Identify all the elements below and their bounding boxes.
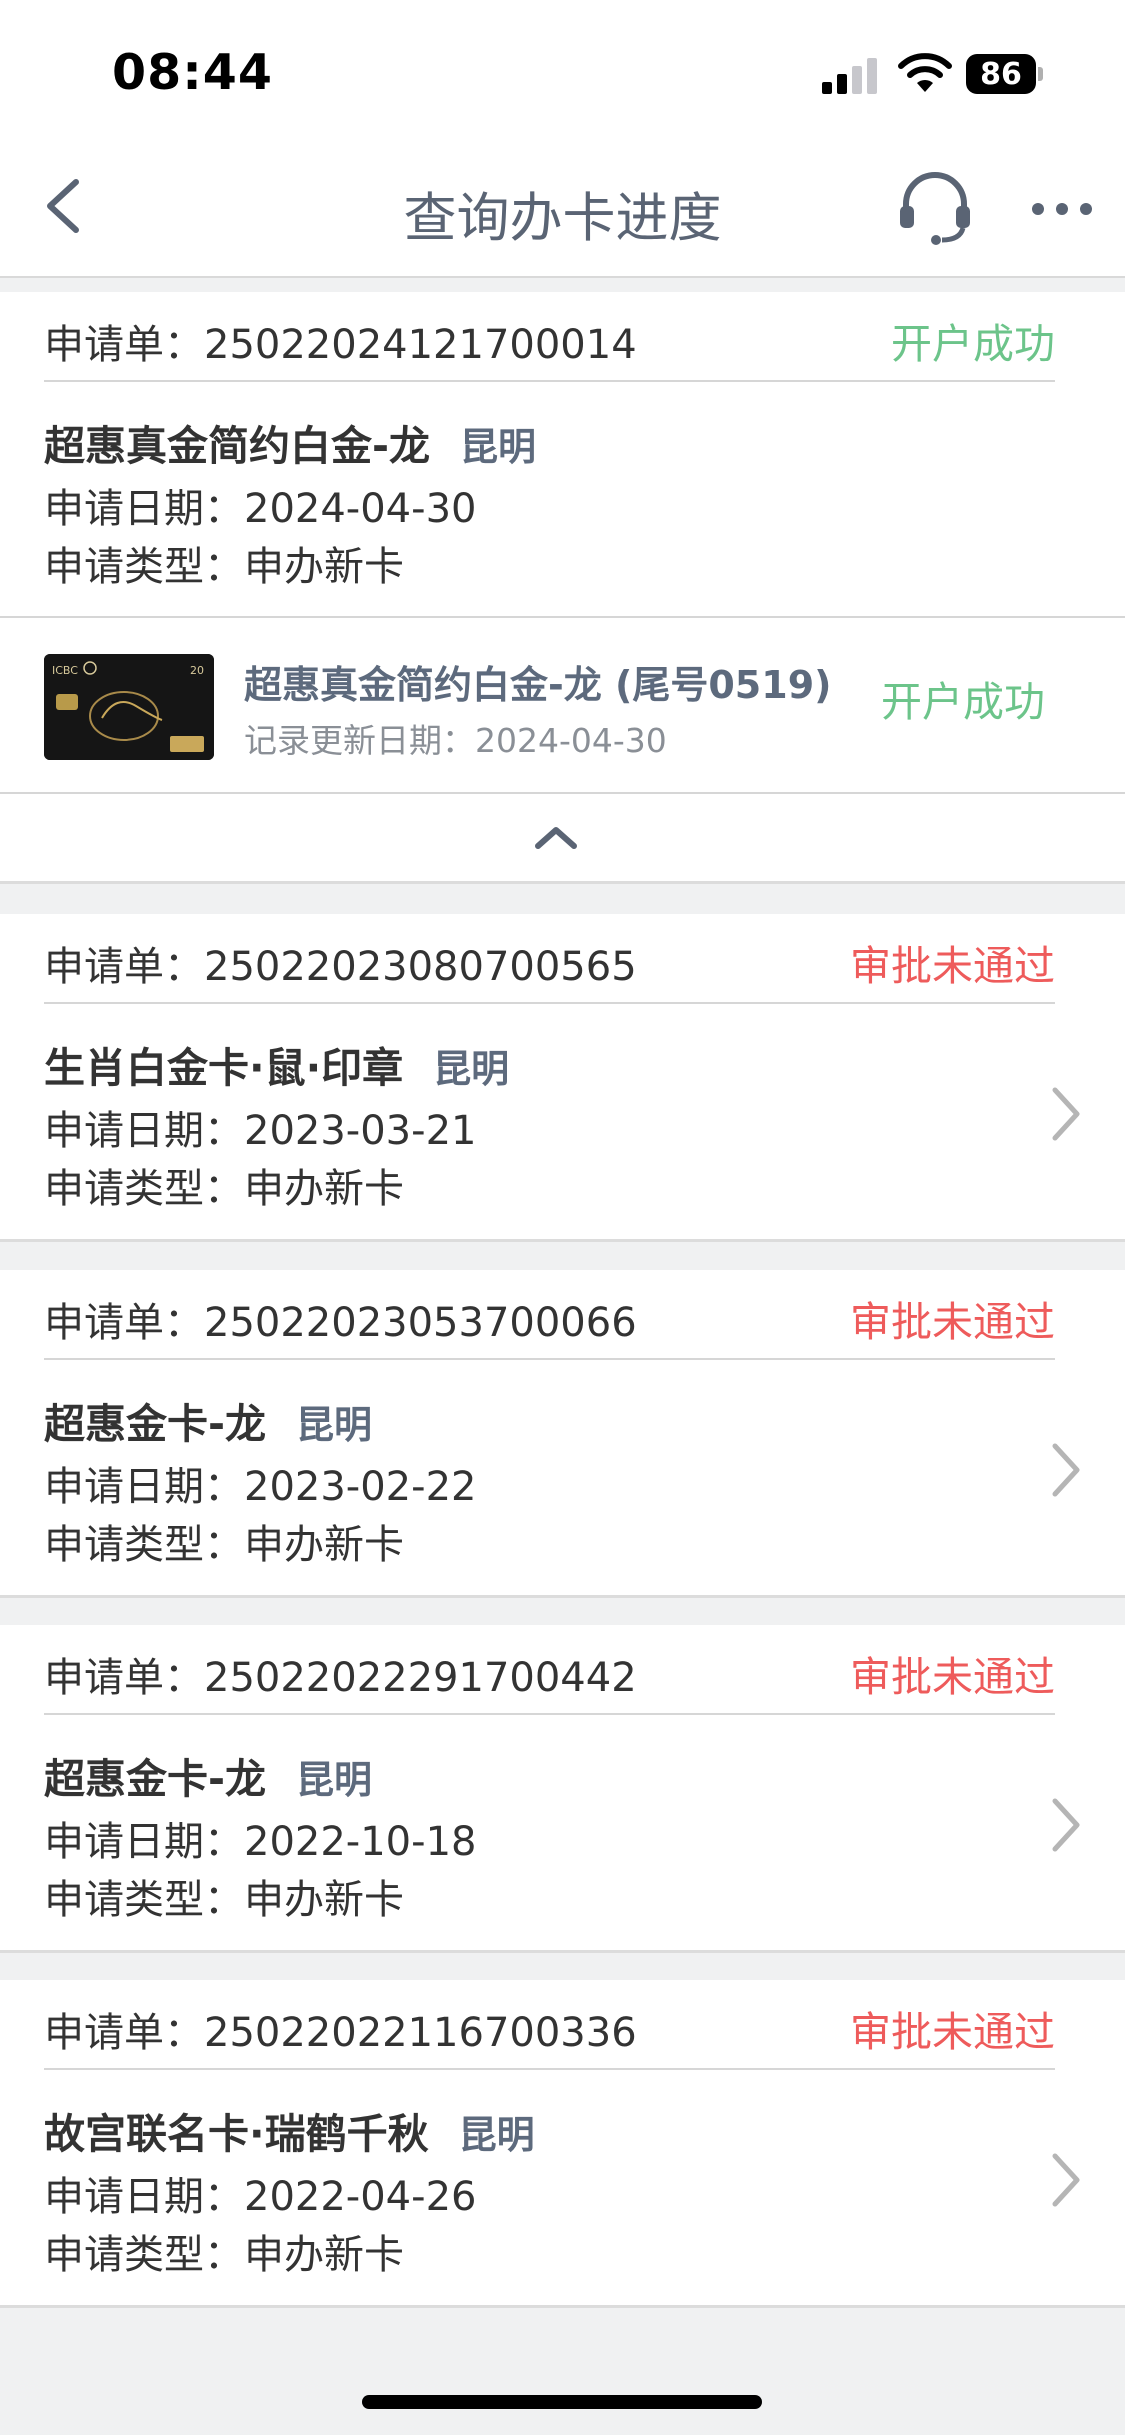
application-card[interactable]: 申请单：25022022116700336 审批未通过 故宫联名卡·瑞鹤千秋 昆明…	[0, 1980, 1125, 2308]
collapse-button[interactable]	[0, 794, 1125, 884]
card-name: 超惠真金简约白金-龙 昆明	[44, 422, 537, 470]
svg-text:ICBC: ICBC	[52, 664, 78, 677]
application-card[interactable]: 申请单：25022023080700565 审批未通过 生肖白金卡·鼠·印章 昆明…	[0, 914, 1125, 1242]
application-number: 申请单：25022024121700014	[44, 322, 637, 368]
chevron-up-icon	[535, 827, 577, 849]
application-header: 申请单：25022022116700336 审批未通过	[44, 1980, 1055, 2070]
application-date: 申请日期：2022-04-26	[44, 2174, 477, 2220]
application-number: 申请单：25022022116700336	[44, 2010, 637, 2056]
application-status: 审批未通过	[850, 1653, 1055, 1701]
application-header: 申请单：25022022291700442 审批未通过	[44, 1625, 1055, 1715]
application-type: 申请类型：申办新卡	[44, 2232, 404, 2278]
battery-icon: 86	[966, 54, 1046, 94]
application-date: 申请日期：2023-03-21	[44, 1108, 477, 1154]
card-city: 昆明	[296, 1758, 373, 1802]
application-status: 审批未通过	[850, 2008, 1055, 2056]
chevron-right-icon	[1052, 1087, 1080, 1141]
headset-icon[interactable]	[896, 168, 974, 246]
application-status: 审批未通过	[850, 942, 1055, 990]
chevron-right-icon	[1052, 1443, 1080, 1497]
card-name: 生肖白金卡·鼠·印章 昆明	[44, 1044, 510, 1092]
application-card[interactable]: 申请单：25022023053700066 审批未通过 超惠金卡-龙 昆明 申请日…	[0, 1270, 1125, 1598]
svg-text:20: 20	[190, 664, 204, 677]
card-thumbnail: ICBC 20	[44, 654, 214, 760]
application-number: 申请单：25022023080700565	[44, 944, 637, 990]
application-date: 申请日期：2024-04-30	[44, 486, 477, 532]
card-name: 故宫联名卡·瑞鹤千秋 昆明	[44, 2110, 535, 2158]
record-update-date: 记录更新日期：2024-04-30	[244, 721, 667, 760]
application-header: 申请单：25022024121700014 开户成功	[44, 292, 1055, 382]
application-type: 申请类型：申办新卡	[44, 1166, 404, 1212]
application-number: 申请单：25022022291700442	[44, 1655, 637, 1701]
card-name: 超惠金卡-龙 昆明	[44, 1400, 373, 1448]
more-icon[interactable]	[1030, 196, 1094, 220]
card-city: 昆明	[296, 1403, 373, 1447]
card-city: 昆明	[458, 2113, 535, 2157]
chevron-right-icon	[1052, 2153, 1080, 2207]
detail-card-name: 超惠真金简约白金-龙 (尾号0519)	[244, 663, 832, 707]
application-date: 申请日期：2022-10-18	[44, 1819, 477, 1865]
application-header: 申请单：25022023053700066 审批未通过	[44, 1270, 1055, 1360]
application-type: 申请类型：申办新卡	[44, 544, 404, 590]
signal-icon	[822, 58, 878, 94]
status-time: 08:44	[112, 44, 273, 101]
application-status: 开户成功	[891, 320, 1055, 368]
application-header: 申请单：25022023080700565 审批未通过	[44, 914, 1055, 1004]
application-card: 申请单：25022024121700014 开户成功 超惠真金简约白金-龙 昆明 …	[0, 292, 1125, 616]
application-type: 申请类型：申办新卡	[44, 1877, 404, 1923]
chevron-right-icon	[1052, 1798, 1080, 1852]
application-number: 申请单：25022023053700066	[44, 1300, 637, 1346]
card-city: 昆明	[460, 425, 537, 469]
card-detail-row[interactable]: ICBC 20 超惠真金简约白金-龙 (尾号0519) 记录更新日期：2024-…	[0, 616, 1125, 794]
home-indicator[interactable]	[362, 2395, 762, 2409]
wifi-icon	[898, 53, 952, 92]
card-name: 超惠金卡-龙 昆明	[44, 1755, 373, 1803]
application-date: 申请日期：2023-02-22	[44, 1464, 477, 1510]
top-bar: 08:44 86 查询办卡进度	[0, 0, 1125, 278]
detail-status: 开户成功	[881, 678, 1045, 726]
card-city: 昆明	[433, 1047, 510, 1091]
application-type: 申请类型：申办新卡	[44, 1522, 404, 1568]
application-status: 审批未通过	[850, 1298, 1055, 1346]
application-card[interactable]: 申请单：25022022291700442 审批未通过 超惠金卡-龙 昆明 申请日…	[0, 1625, 1125, 1953]
battery-level: 86	[966, 54, 1036, 94]
